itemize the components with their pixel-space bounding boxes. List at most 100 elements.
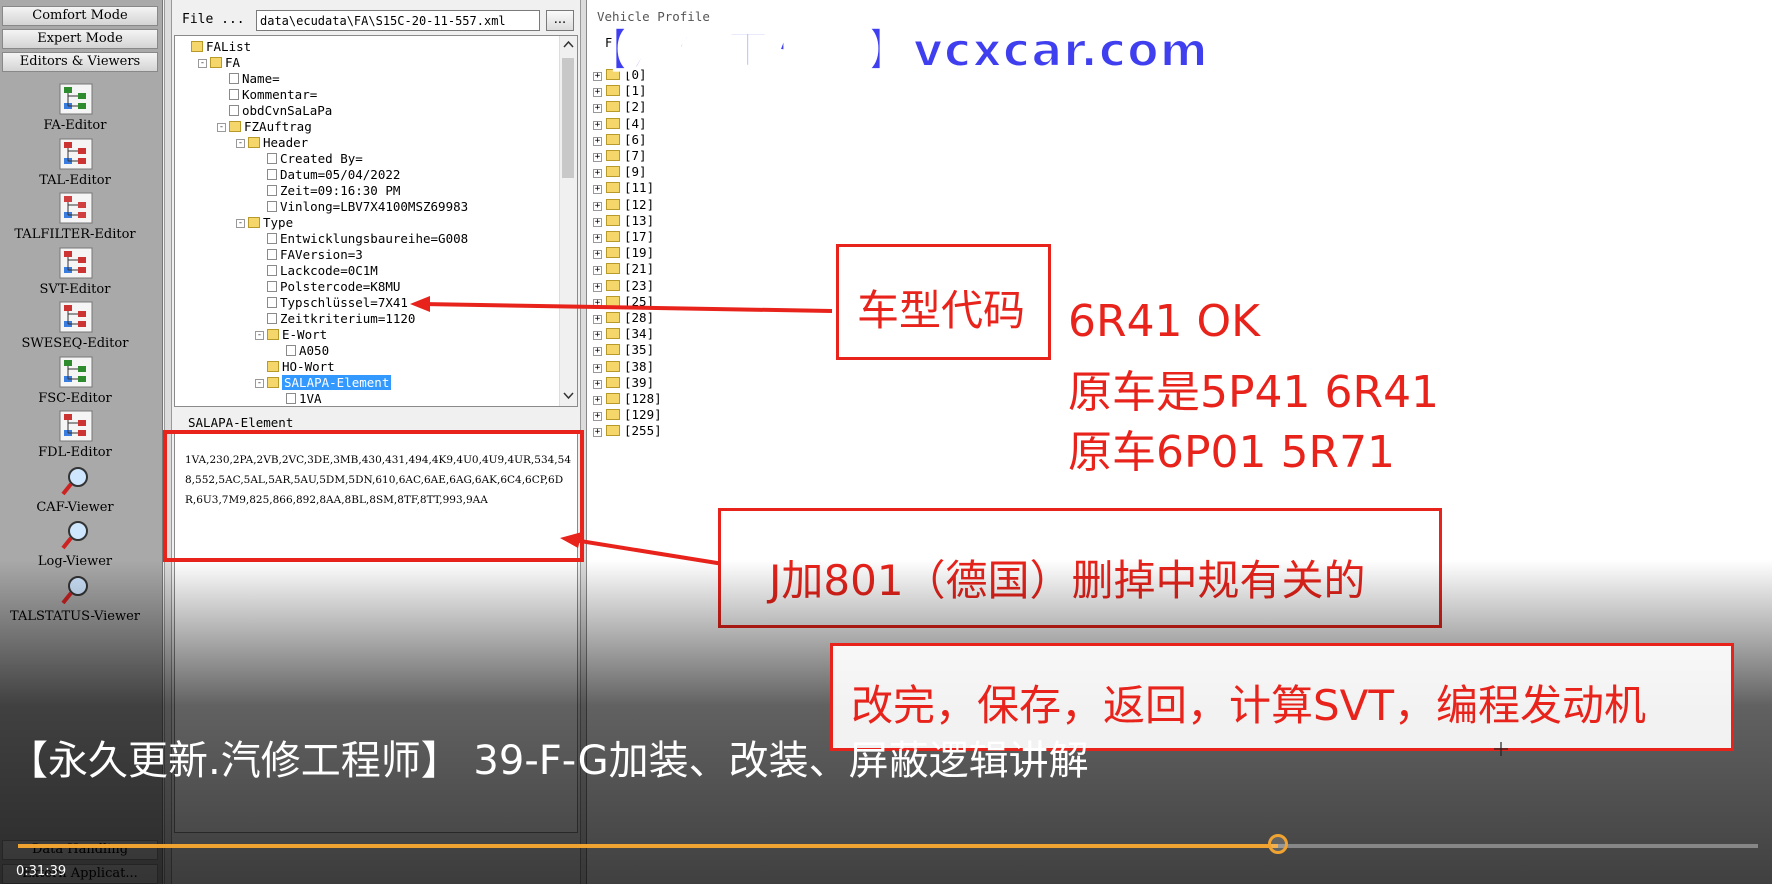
tree-node[interactable]: Lackcode=0C1M bbox=[267, 263, 378, 279]
video-progress-knob[interactable] bbox=[1267, 834, 1288, 854]
expand-icon[interactable]: + bbox=[593, 428, 602, 438]
vehicle-profile-item[interactable]: + [13] bbox=[593, 213, 654, 229]
tree-node[interactable]: Zeit=09:16:30 PM bbox=[267, 183, 400, 199]
vehicle-profile-item[interactable]: + [6] bbox=[593, 132, 647, 148]
expand-icon[interactable]: + bbox=[593, 347, 602, 357]
expand-icon[interactable]: + bbox=[593, 282, 602, 292]
tree-node[interactable]: Header bbox=[248, 135, 308, 151]
expand-icon[interactable]: + bbox=[593, 120, 602, 130]
vehicle-profile-item[interactable]: + [128] bbox=[593, 391, 662, 407]
tree-node[interactable]: Datum=05/04/2022 bbox=[267, 167, 400, 183]
salapa-text[interactable]: 1VA,230,2PA,2VB,2VC,3DE,3MB,430,431,494,… bbox=[185, 450, 571, 510]
tree-expander[interactable]: - bbox=[255, 331, 264, 340]
tree-node-label: Created By= bbox=[280, 151, 363, 166]
tree-node[interactable]: FZAuftrag bbox=[229, 119, 312, 135]
vehicle-profile-item[interactable]: + [12] bbox=[593, 197, 654, 213]
file-label[interactable]: File ... bbox=[182, 12, 245, 27]
tree-node[interactable]: Polstercode=K8MU bbox=[267, 279, 400, 295]
tool-log-viewer[interactable]: Log-Viewer bbox=[0, 518, 150, 572]
tool-fdl-editor[interactable]: FDL-Editor bbox=[0, 409, 150, 463]
tree-node[interactable]: FA bbox=[210, 55, 240, 71]
tree-expander[interactable]: - bbox=[236, 219, 245, 228]
expand-icon[interactable]: + bbox=[593, 363, 602, 373]
vehicle-profile-item[interactable]: + [25] bbox=[593, 294, 654, 310]
expert-mode-button[interactable]: Expert Mode bbox=[2, 29, 158, 49]
expand-icon[interactable]: + bbox=[593, 412, 602, 422]
expand-icon[interactable]: + bbox=[593, 234, 602, 243]
expand-icon[interactable]: + bbox=[593, 185, 602, 195]
vehicle-profile-item[interactable]: + [38] bbox=[593, 359, 654, 375]
tree-node[interactable]: Type bbox=[248, 215, 293, 231]
vehicle-profile-item[interactable]: + [1] bbox=[593, 83, 647, 99]
vehicle-profile-item[interactable]: + [11] bbox=[593, 180, 654, 196]
tree-node[interactable]: FAList bbox=[191, 39, 251, 55]
expand-icon[interactable]: + bbox=[593, 298, 602, 308]
tree-expander[interactable]: - bbox=[236, 139, 245, 148]
file-path-field[interactable]: data\ecudata\FA\S15C-20-11-557.xml bbox=[256, 10, 540, 31]
tool-talfilter-editor[interactable]: TALFILTER-Editor bbox=[0, 191, 150, 245]
vehicle-profile-item[interactable]: + [35] bbox=[593, 342, 654, 358]
tree-expander[interactable]: - bbox=[198, 59, 207, 68]
expand-icon[interactable]: + bbox=[593, 104, 602, 114]
tool-talstatus-viewer[interactable]: TALSTATUS-Viewer bbox=[0, 573, 150, 627]
vehicle-profile-item[interactable]: + [255] bbox=[593, 423, 662, 439]
tree-node[interactable]: Typschlüssel=7X41 bbox=[267, 295, 408, 311]
tree-node[interactable]: 1VA bbox=[286, 391, 322, 406]
tree-scroll-thumb[interactable] bbox=[562, 58, 574, 178]
vehicle-profile-item[interactable]: + [7] bbox=[593, 148, 647, 164]
tree-node[interactable]: E-Wort bbox=[267, 327, 327, 343]
expand-icon[interactable]: + bbox=[593, 88, 602, 98]
expand-icon[interactable]: + bbox=[593, 136, 602, 146]
fa-tree[interactable]: FAList - FA Name= Kommentar= obdCvnSaLaPa - FZA… bbox=[174, 35, 578, 407]
tool-svt-editor[interactable]: SVT-Editor bbox=[0, 246, 150, 300]
scroll-down-icon[interactable] bbox=[563, 392, 574, 400]
vehicle-profile-item[interactable]: + [21] bbox=[593, 261, 654, 277]
tree-node[interactable]: Zeitkriterium=1120 bbox=[267, 311, 415, 327]
tree-expander[interactable]: - bbox=[255, 379, 264, 388]
vehicle-profile-item[interactable]: + [28] bbox=[593, 310, 654, 326]
vehicle-profile-item[interactable]: + [129] bbox=[593, 407, 662, 423]
expand-icon[interactable]: + bbox=[593, 153, 602, 162]
video-progress-bar[interactable] bbox=[18, 834, 1758, 854]
expand-icon[interactable]: + bbox=[593, 315, 602, 324]
tree-node[interactable]: Entwicklungsbaureihe=G008 bbox=[267, 231, 468, 247]
vehicle-profile-item[interactable]: + [23] bbox=[593, 278, 654, 294]
tree-scrollbar[interactable] bbox=[559, 36, 577, 406]
tool-fsc-editor[interactable]: FSC-Editor bbox=[0, 355, 150, 409]
vehicle-profile-item[interactable]: + [4] bbox=[593, 116, 647, 132]
vehicle-profile-item[interactable]: + [19] bbox=[593, 245, 654, 261]
expand-icon[interactable]: + bbox=[593, 396, 602, 405]
expand-icon[interactable]: + bbox=[593, 266, 602, 276]
vehicle-profile-item[interactable]: + [2] bbox=[593, 99, 647, 115]
tree-node[interactable]: SALAPA-Element bbox=[267, 375, 392, 391]
tree-node[interactable]: HO-Wort bbox=[267, 359, 335, 375]
expand-icon[interactable]: + bbox=[593, 217, 602, 227]
tool-fa-editor[interactable]: FA-Editor bbox=[0, 82, 150, 136]
tree-node[interactable]: obdCvnSaLaPa bbox=[229, 103, 332, 119]
tree-node[interactable]: Created By= bbox=[267, 151, 363, 167]
tree-expander[interactable]: - bbox=[217, 123, 226, 132]
tree-node[interactable]: A050 bbox=[286, 343, 329, 359]
tree-node-label: Typschlüssel=7X41 bbox=[280, 295, 408, 310]
expand-icon[interactable]: + bbox=[593, 331, 602, 341]
tool-sweseq-editor[interactable]: SWESEQ-Editor bbox=[0, 300, 150, 354]
vehicle-profile-item[interactable]: + [34] bbox=[593, 326, 654, 342]
editors-viewers-button[interactable]: Editors & Viewers bbox=[2, 52, 158, 72]
expand-icon[interactable]: + bbox=[593, 201, 602, 211]
tree-node[interactable]: Vinlong=LBV7X4100MSZ69983 bbox=[267, 199, 468, 215]
tool-caf-viewer[interactable]: CAF-Viewer bbox=[0, 464, 150, 518]
tree-node[interactable]: FAVersion=3 bbox=[267, 247, 363, 263]
vehicle-profile-item[interactable]: + [17] bbox=[593, 229, 654, 245]
browse-button[interactable]: ... bbox=[546, 10, 574, 31]
vehicle-profile-item[interactable]: + [9] bbox=[593, 164, 647, 180]
tree-node[interactable]: Name= bbox=[229, 71, 280, 87]
vehicle-profile-item[interactable]: + [39] bbox=[593, 375, 654, 391]
expand-icon[interactable]: + bbox=[593, 169, 602, 179]
tool-tal-editor[interactable]: TAL-Editor bbox=[0, 137, 150, 191]
data-handling-button[interactable]: Data Handling bbox=[2, 840, 158, 860]
expand-icon[interactable]: + bbox=[593, 379, 602, 389]
tree-node[interactable]: Kommentar= bbox=[229, 87, 317, 103]
comfort-mode-button[interactable]: Comfort Mode bbox=[2, 6, 158, 26]
scroll-up-icon[interactable] bbox=[563, 40, 574, 48]
expand-icon[interactable]: + bbox=[593, 250, 602, 260]
